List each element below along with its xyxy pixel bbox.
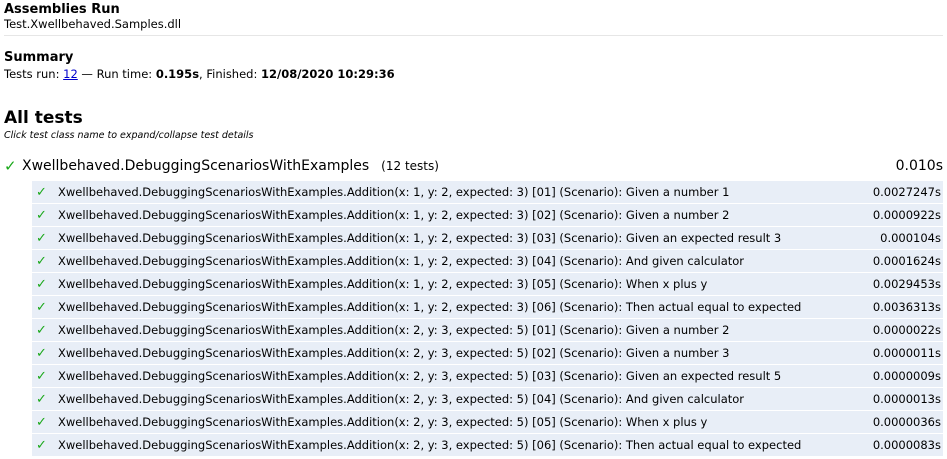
test-row: ✓ Xwellbehaved.DebuggingScenariosWithExam… [32,250,943,272]
checkmark-icon: ✓ [36,230,47,246]
all-tests-title: All tests [4,108,83,128]
test-time: 0.0027247s [872,185,941,199]
test-row: ✓ Xwellbehaved.DebuggingScenariosWithExam… [32,342,943,364]
tests-run-label: Tests run: [4,67,64,81]
checkmark-icon: ✓ [36,253,47,269]
test-time: 0.0029453s [872,277,941,291]
checkmark-icon: ✓ [36,391,47,407]
test-list: ✓ Xwellbehaved.DebuggingScenariosWithExam… [32,181,943,457]
test-class-time: 0.010s [895,158,943,174]
checkmark-icon: ✓ [36,322,47,338]
summary-line: Tests run: 12 — Run time: 0.195s, Finish… [4,67,943,81]
tests-run-count-link[interactable]: 12 [63,67,78,81]
test-name: Xwellbehaved.DebuggingScenariosWithExamp… [58,438,802,452]
run-time-label: — Run time: [77,67,156,81]
assemblies-section: Assemblies Run Test.Xwellbehaved.Samples… [4,2,943,36]
checkmark-icon: ✓ [36,437,47,453]
test-row: ✓ Xwellbehaved.DebuggingScenariosWithExam… [32,411,943,433]
checkmark-icon: ✓ [36,207,47,223]
test-name: Xwellbehaved.DebuggingScenariosWithExamp… [58,300,802,314]
test-name: Xwellbehaved.DebuggingScenariosWithExamp… [58,277,708,291]
checkmark-icon: ✓ [36,345,47,361]
expand-collapse-hint: Click test class name to expand/collapse… [4,130,254,141]
test-name: Xwellbehaved.DebuggingScenariosWithExamp… [58,369,782,383]
checkmark-icon: ✓ [36,414,47,430]
test-name: Xwellbehaved.DebuggingScenariosWithExamp… [58,415,708,429]
test-name: Xwellbehaved.DebuggingScenariosWithExamp… [58,254,745,268]
test-name: Xwellbehaved.DebuggingScenariosWithExamp… [58,231,782,245]
finished-label: , Finished: [199,67,261,81]
all-tests-section: All tests Click test class name to expan… [4,107,943,141]
test-time: 0.0000013s [872,392,941,406]
test-row: ✓ Xwellbehaved.DebuggingScenariosWithExam… [32,319,943,341]
checkmark-icon: ✓ [4,157,17,175]
summary-title: Summary [4,50,74,65]
checkmark-icon: ✓ [36,276,47,292]
test-row: ✓ Xwellbehaved.DebuggingScenariosWithExam… [32,434,943,456]
checkmark-icon: ✓ [36,184,47,200]
summary-section: Summary Tests run: 12 — Run time: 0.195s… [4,50,943,81]
test-row: ✓ Xwellbehaved.DebuggingScenariosWithExam… [32,204,943,226]
finished-value: 12/08/2020 10:29:36 [261,67,395,81]
test-class-name[interactable]: Xwellbehaved.DebuggingScenariosWithExamp… [22,158,369,174]
test-time: 0.0000922s [872,208,941,222]
test-name: Xwellbehaved.DebuggingScenariosWithExamp… [58,323,730,337]
test-class-count: (12 tests) [381,159,439,173]
test-row: ✓ Xwellbehaved.DebuggingScenariosWithExam… [32,227,943,249]
test-row: ✓ Xwellbehaved.DebuggingScenariosWithExam… [32,365,943,387]
test-row: ✓ Xwellbehaved.DebuggingScenariosWithExam… [32,273,943,295]
test-class-row[interactable]: ✓ Xwellbehaved.DebuggingScenariosWithExa… [4,156,943,176]
test-name: Xwellbehaved.DebuggingScenariosWithExamp… [58,208,730,222]
test-time: 0.000104s [880,231,941,245]
test-time: 0.0001624s [872,254,941,268]
test-name: Xwellbehaved.DebuggingScenariosWithExamp… [58,392,745,406]
test-time: 0.0000011s [872,346,941,360]
test-time: 0.0000022s [872,323,941,337]
test-time: 0.0000036s [872,415,941,429]
test-time: 0.0000009s [872,369,941,383]
test-time: 0.0036313s [872,300,941,314]
assembly-dll-name: Test.Xwellbehaved.Samples.dll [4,17,182,31]
test-row: ✓ Xwellbehaved.DebuggingScenariosWithExam… [32,181,943,203]
test-row: ✓ Xwellbehaved.DebuggingScenariosWithExam… [32,388,943,410]
test-row: ✓ Xwellbehaved.DebuggingScenariosWithExam… [32,296,943,318]
test-name: Xwellbehaved.DebuggingScenariosWithExamp… [58,185,730,199]
test-name: Xwellbehaved.DebuggingScenariosWithExamp… [58,346,730,360]
checkmark-icon: ✓ [36,368,47,384]
test-time: 0.0000083s [872,438,941,452]
section-divider [4,35,943,36]
run-time-value: 0.195s [155,67,200,81]
assemblies-title: Assemblies Run [4,2,120,17]
checkmark-icon: ✓ [36,299,47,315]
